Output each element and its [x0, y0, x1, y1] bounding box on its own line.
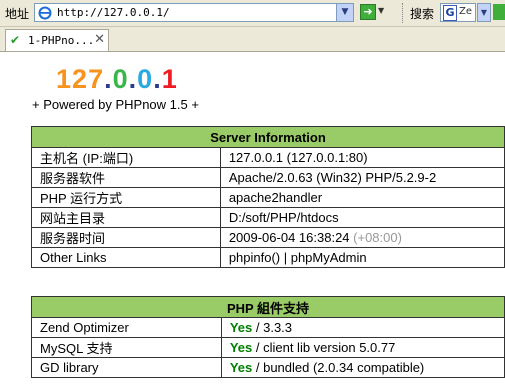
status-detail: / 3.3.3: [252, 320, 293, 335]
table-row: 服务器时间 2009-06-04 16:38:24 (+08:00): [31, 227, 505, 248]
address-toolbar: 地址 http://127.0.0.1/ ▼ ➜ ▼ 搜索 G Ze ▼: [0, 0, 505, 27]
logo-char: 2: [72, 64, 89, 94]
row-value: Yes / 3.3.3: [220, 317, 505, 338]
status-yes: Yes: [229, 360, 253, 375]
other-links[interactable]: phpinfo() | phpMyAdmin: [219, 247, 505, 268]
table-row: 服务器软件 Apache/2.0.63 (Win32) PHP/5.2.9-2: [31, 167, 505, 188]
row-value: apache2handler: [219, 187, 505, 208]
row-value: Yes / bundled (2.0.34 compatible): [220, 357, 505, 378]
row-value-time: 2009-06-04 16:38:24 (+08:00): [219, 227, 505, 248]
table-row: MySQL 支持 Yes / client lib version 5.0.77: [31, 337, 505, 358]
status-yes: Yes: [229, 320, 253, 335]
table-row: 主机名 (IP:端口) 127.0.0.1 (127.0.0.1:80): [31, 147, 505, 168]
table-row: GD library Yes / bundled (2.0.34 compati…: [31, 357, 505, 378]
address-url[interactable]: http://127.0.0.1/: [57, 6, 170, 19]
logo-char: 1: [56, 64, 73, 94]
tab-close-icon[interactable]: ✕: [94, 32, 105, 47]
row-label: 网站主目录: [31, 207, 221, 228]
logo-char: .: [153, 64, 162, 94]
logo-char: 7: [88, 64, 105, 94]
search-go-button[interactable]: [493, 4, 505, 20]
tab-phpnow[interactable]: ✔ 1-PHPno... ✕: [5, 29, 109, 51]
search-input[interactable]: G Ze: [440, 3, 476, 22]
row-label: PHP 运行方式: [31, 187, 221, 208]
search-dropdown-icon[interactable]: ▼: [477, 3, 491, 22]
row-label: 服务器软件: [31, 167, 221, 188]
row-value: D:/soft/PHP/htdocs: [219, 207, 505, 228]
php-components-table: PHP 組件支持 Zend Optimizer Yes / 3.3.3 MySQ…: [31, 296, 505, 378]
logo-char: 1: [161, 64, 178, 94]
row-label: 主机名 (IP:端口): [31, 147, 221, 168]
google-icon: G: [443, 5, 457, 21]
address-dropdown-icon[interactable]: ▼: [336, 4, 353, 21]
tab-bar: ✔ 1-PHPno... ✕: [0, 27, 505, 52]
address-bar[interactable]: http://127.0.0.1/ ▼: [34, 3, 354, 22]
row-value: Apache/2.0.63 (Win32) PHP/5.2.9-2: [219, 167, 505, 188]
logo-char: 0: [137, 64, 154, 94]
status-detail: / client lib version 5.0.77: [252, 340, 396, 355]
row-label: 服务器时间: [31, 227, 221, 248]
tab-title[interactable]: 1-PHPno...: [28, 34, 94, 47]
row-value: Yes / client lib version 5.0.77: [220, 337, 505, 358]
search-label: 搜索: [410, 7, 435, 21]
row-label: GD library: [31, 357, 222, 378]
server-info-title: Server Information: [31, 126, 505, 148]
table-row: PHP 运行方式 apache2handler: [31, 187, 505, 208]
table-row: 网站主目录 D:/soft/PHP/htdocs: [31, 207, 505, 228]
go-dropdown-icon[interactable]: ▼: [378, 6, 384, 15]
table-row: Zend Optimizer Yes / 3.3.3: [31, 317, 505, 338]
status-detail: / bundled (2.0.34 compatible): [252, 360, 425, 375]
logo-char: 0: [112, 64, 129, 94]
logo-char: .: [104, 64, 113, 94]
phpnow-logo: 127.0.0.1: [56, 64, 178, 95]
row-label: MySQL 支持: [31, 337, 222, 358]
row-label: Other Links: [31, 247, 221, 268]
logo-char: .: [128, 64, 138, 94]
server-info-table: Server Information 主机名 (IP:端口) 127.0.0.1…: [31, 126, 505, 268]
check-icon: ✔: [10, 33, 21, 47]
row-label: Zend Optimizer: [31, 317, 222, 338]
status-yes: Yes: [229, 340, 253, 355]
go-button[interactable]: ➜: [360, 4, 376, 20]
row-value: 127.0.0.1 (127.0.0.1:80): [219, 147, 505, 168]
powered-by: + Powered by PHPnow 1.5 +: [32, 97, 199, 112]
search-input-text[interactable]: Ze: [459, 6, 472, 17]
timezone-offset: (+08:00): [353, 230, 402, 245]
table-row: Other Links phpinfo() | phpMyAdmin: [31, 247, 505, 268]
ie-page-icon: [38, 6, 52, 20]
toolbar-separator: [402, 3, 405, 23]
php-components-title: PHP 組件支持: [31, 296, 505, 318]
server-time: 2009-06-04 16:38:24: [228, 230, 350, 245]
address-label: 地址: [5, 7, 30, 21]
